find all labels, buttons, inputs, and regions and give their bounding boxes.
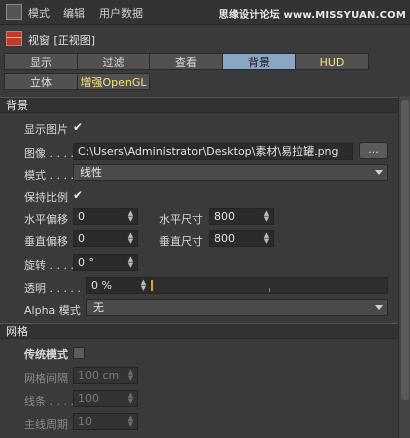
- keep-ratio-label: 保持比例: [24, 191, 68, 204]
- major-period-value: 10: [78, 415, 92, 428]
- grid-spacing-label: 网格间隔: [24, 372, 68, 385]
- section-header-background[interactable]: 背景: [0, 97, 398, 113]
- tab-enhanced-opengl[interactable]: 增强OpenGL: [77, 73, 150, 90]
- v-size-input[interactable]: 800 ▲ ▼: [209, 230, 274, 247]
- menu-mode[interactable]: 模式: [28, 5, 50, 21]
- major-period-input: 10 ▲ ▼: [73, 413, 138, 430]
- grid-spacing-input: 100 cm ▲ ▼: [73, 367, 138, 384]
- v-size-label: 垂直尺寸: [159, 235, 203, 248]
- show-image-checkbox[interactable]: ✔: [73, 120, 83, 134]
- stepper-icon: ▲ ▼: [127, 368, 134, 382]
- menu-user-data[interactable]: 用户数据: [99, 5, 143, 21]
- transparency-slider[interactable]: [150, 277, 388, 294]
- slider-tick: [269, 288, 270, 292]
- mode-dropdown[interactable]: 线性: [73, 164, 388, 181]
- stepper-icon: ▲ ▼: [127, 414, 134, 428]
- rotate-value: 0 °: [78, 256, 94, 269]
- tab-hud[interactable]: HUD: [295, 53, 369, 70]
- major-period-label: 主线周期: [24, 418, 68, 431]
- stepper-icon[interactable]: ▲ ▼: [127, 256, 134, 269]
- viewport-icon: [6, 31, 22, 46]
- image-label: 图像 . . . .: [24, 147, 74, 160]
- slider-handle[interactable]: [151, 280, 153, 291]
- panel-title: 视窗 [正视图]: [28, 34, 96, 47]
- stepper-icon[interactable]: ▲ ▼: [263, 210, 270, 223]
- scroll-thumb[interactable]: [401, 100, 409, 400]
- transparency-input[interactable]: 0 % ▲ ▼: [86, 277, 151, 294]
- rotate-label: 旋转 . . . .: [24, 259, 74, 272]
- h-size-input[interactable]: 800 ▲ ▼: [209, 208, 274, 225]
- stepper-icon[interactable]: ▲ ▼: [127, 232, 134, 245]
- menu-edit[interactable]: 编辑: [63, 5, 85, 21]
- h-offset-value: 0: [78, 210, 85, 223]
- h-offset-input[interactable]: 0 ▲ ▼: [73, 208, 138, 225]
- stepper-icon[interactable]: ▲ ▼: [263, 232, 270, 245]
- v-offset-input[interactable]: 0 ▲ ▼: [73, 230, 138, 247]
- stepper-icon[interactable]: ▲ ▼: [127, 210, 134, 223]
- panel-menu-icon[interactable]: [6, 4, 22, 20]
- vertical-scrollbar[interactable]: [398, 96, 410, 438]
- keep-ratio-checkbox[interactable]: ✔: [73, 188, 83, 202]
- tab-stereo[interactable]: 立体: [4, 73, 78, 90]
- legacy-mode-checkbox[interactable]: [73, 347, 85, 359]
- v-offset-value: 0: [78, 232, 85, 245]
- mode-label: 模式 . . . .: [24, 169, 74, 182]
- chevron-down-icon: [375, 305, 383, 310]
- grid-lines-input: 100 ▲ ▼: [73, 390, 138, 407]
- tab-background[interactable]: 背景: [222, 53, 296, 70]
- alpha-mode-label: Alpha 模式: [24, 304, 81, 317]
- tab-display[interactable]: 显示: [4, 53, 78, 70]
- v-offset-label: 垂直偏移: [24, 235, 68, 248]
- transparency-label: 透明 . . . . .: [24, 282, 81, 295]
- watermark-text: 思缘设计论坛 www.MISSYUAN.COM: [218, 10, 406, 21]
- stepper-icon[interactable]: ▲ ▼: [140, 279, 147, 292]
- stepper-icon: ▲ ▼: [127, 391, 134, 405]
- mode-dropdown-value: 线性: [80, 166, 102, 179]
- h-size-label: 水平尺寸: [159, 213, 203, 226]
- tab-view[interactable]: 查看: [149, 53, 223, 70]
- image-path-field[interactable]: C:\Users\Administrator\Desktop\素材\易拉罐.pn…: [73, 143, 353, 160]
- alpha-mode-dropdown[interactable]: 无: [86, 299, 388, 316]
- rotate-input[interactable]: 0 ° ▲ ▼: [73, 254, 138, 271]
- v-size-value: 800: [214, 232, 235, 245]
- h-size-value: 800: [214, 210, 235, 223]
- chevron-down-icon: [375, 170, 383, 175]
- transparency-value: 0 %: [91, 279, 112, 292]
- h-offset-label: 水平偏移: [24, 213, 68, 226]
- grid-spacing-value: 100 cm: [78, 369, 120, 382]
- show-image-label: 显示图片: [24, 123, 68, 136]
- legacy-mode-label: 传统模式: [24, 348, 68, 361]
- browse-button[interactable]: ...: [359, 142, 388, 159]
- alpha-mode-value: 无: [93, 301, 104, 314]
- section-header-grid[interactable]: 网格: [0, 323, 398, 339]
- grid-lines-label: 线条 . . . .: [24, 395, 74, 408]
- tab-filter[interactable]: 过滤: [77, 53, 150, 70]
- grid-lines-value: 100: [78, 392, 99, 405]
